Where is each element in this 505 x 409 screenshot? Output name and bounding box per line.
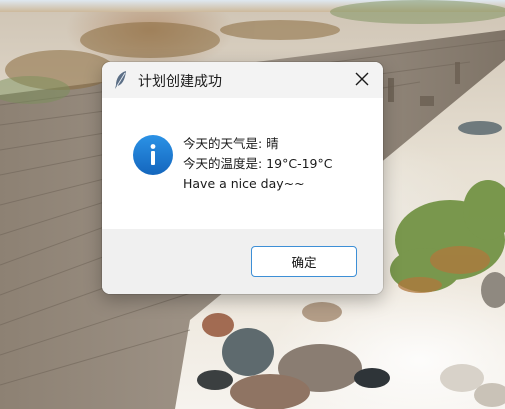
dialog-title: 计划创建成功 <box>138 74 222 90</box>
dialog-message: 今天的天气是: 晴 今天的温度是: 19°C-19°C Have a nice … <box>183 134 332 194</box>
info-icon <box>132 134 174 176</box>
desktop-wallpaper: 计划创建成功 今天的天气是: 晴 今天的温度是: 19°C-19°C Have … <box>0 0 505 409</box>
ok-button[interactable]: 确定 <box>251 246 357 277</box>
dialog-footer: 确定 <box>102 229 383 294</box>
feather-icon <box>113 70 129 90</box>
message-line-greeting: Have a nice day~~ <box>183 176 305 191</box>
close-button[interactable] <box>341 62 383 98</box>
message-dialog: 计划创建成功 今天的天气是: 晴 今天的温度是: 19°C-19°C Have … <box>102 62 383 294</box>
message-line-weather: 今天的天气是: 晴 <box>183 136 279 151</box>
message-line-temperature: 今天的温度是: 19°C-19°C <box>183 156 333 171</box>
dialog-body: 今天的天气是: 晴 今天的温度是: 19°C-19°C Have a nice … <box>102 98 383 229</box>
close-icon <box>355 71 369 90</box>
dialog-titlebar[interactable]: 计划创建成功 <box>102 62 383 98</box>
